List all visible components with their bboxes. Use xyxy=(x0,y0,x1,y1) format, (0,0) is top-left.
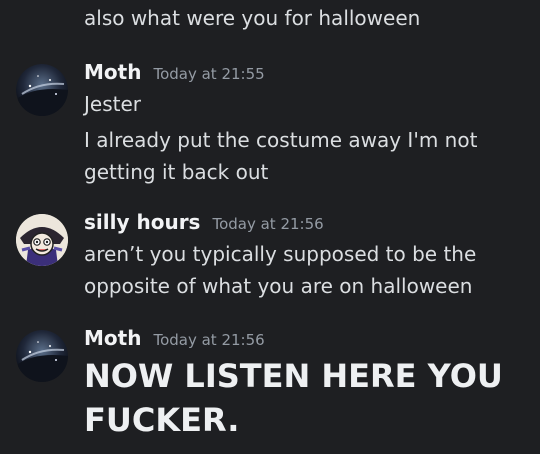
message-header: Moth Today at 21:55 xyxy=(84,60,265,84)
timestamp: Today at 21:56 xyxy=(212,215,324,233)
timestamp: Today at 21:55 xyxy=(153,65,265,83)
avatar-silly-hours[interactable] xyxy=(16,214,68,266)
moth-avatar-icon xyxy=(16,64,68,116)
timestamp: Today at 21:56 xyxy=(153,331,265,349)
author-name[interactable]: Moth xyxy=(84,60,141,84)
message-text-jumbo: NOW LISTEN HERE YOU FUCKER. xyxy=(84,357,503,439)
author-name[interactable]: Moth xyxy=(84,326,141,350)
silly-hours-avatar-icon xyxy=(16,214,68,266)
chat-log: also what were you for halloween Moth To… xyxy=(0,0,540,454)
author-name[interactable]: silly hours xyxy=(84,210,200,234)
avatar-moth[interactable] xyxy=(16,64,68,116)
message-header: Moth Today at 21:56 xyxy=(84,326,265,350)
message-text: also what were you for halloween xyxy=(84,6,421,30)
moth-avatar-icon xyxy=(16,330,68,382)
message-text: aren’t you typically supposed to be the … xyxy=(84,242,477,298)
message-text: Jester xyxy=(84,92,141,116)
avatar-moth[interactable] xyxy=(16,330,68,382)
message-header: silly hours Today at 21:56 xyxy=(84,210,324,234)
message-text: I already put the costume away I'm not g… xyxy=(84,128,478,184)
